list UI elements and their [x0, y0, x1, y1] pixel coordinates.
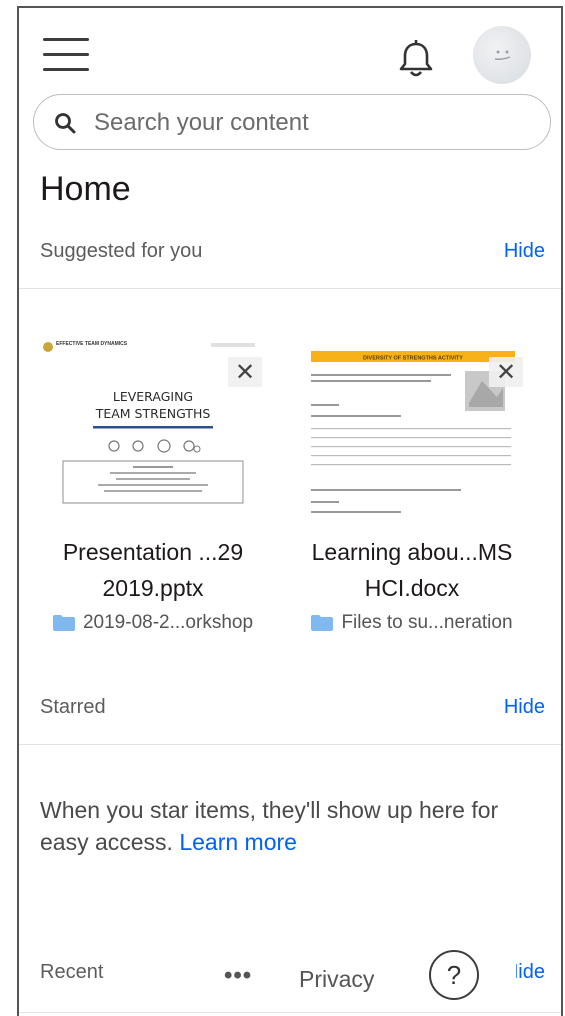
close-icon: ✕	[234, 358, 256, 386]
search-bar[interactable]	[33, 94, 551, 150]
folder-name: Files to su...neration	[341, 612, 513, 633]
more-options-button[interactable]: •••	[224, 962, 252, 990]
file-name: Presentation ...29 2019.pptx	[32, 534, 274, 606]
starred-empty-message: When you star items, they'll show up her…	[40, 794, 550, 858]
bell-icon	[399, 40, 433, 77]
menu-line	[43, 38, 89, 41]
close-icon: ✕	[495, 358, 517, 386]
avatar-face-icon	[494, 50, 511, 60]
thumb-logo-text: EFFECTIVE TEAM DYNAMICS	[56, 341, 128, 347]
file-thumbnail: EFFECTIVE TEAM DYNAMICS LEVERAGING TEAM …	[38, 333, 268, 518]
thumb-title-line1: LEVERAGING	[113, 389, 193, 404]
thumb-title-line2: TEAM STRENGTHS	[95, 406, 211, 421]
file-folder: 2019-08-2...orkshop	[32, 612, 274, 634]
file-name-line2: 2019.pptx	[102, 575, 204, 601]
divider	[19, 744, 561, 745]
suggested-section-label: Suggested for you	[40, 240, 203, 262]
folder-name: 2019-08-2...orkshop	[82, 612, 254, 633]
help-button[interactable]: ?	[429, 950, 479, 1000]
starred-section-label: Starred	[40, 696, 106, 718]
app-frame: Home Suggested for you Hide EFFECTIVE TE…	[17, 6, 563, 1016]
suggested-card-document[interactable]: DIVERSITY OF STRENGTHS ACTIVITY ✕ Learni…	[291, 333, 533, 634]
file-name: Learning abou...MS HCI.docx	[291, 534, 533, 606]
thumb-header-text: DIVERSITY OF STRENGTHS ACTIVITY	[363, 356, 463, 362]
suggested-card-presentation[interactable]: EFFECTIVE TEAM DYNAMICS LEVERAGING TEAM …	[32, 333, 274, 634]
avatar[interactable]	[473, 26, 531, 84]
menu-line	[43, 53, 89, 56]
search-icon	[55, 113, 76, 134]
hide-suggested-button[interactable]: Hide	[504, 240, 545, 263]
file-name-line1: Presentation ...29	[62, 539, 244, 565]
page-title: Home	[40, 170, 131, 208]
recent-section-label: Recent	[40, 961, 104, 983]
top-bar	[19, 8, 561, 98]
file-folder: Files to su...neration	[291, 612, 533, 634]
dismiss-suggestion-button[interactable]: ✕	[489, 357, 523, 387]
notifications-bell-icon[interactable]	[396, 38, 436, 80]
folder-icon	[311, 615, 334, 631]
learn-more-link[interactable]: Learn more	[179, 829, 297, 855]
hide-starred-button[interactable]: Hide	[504, 696, 545, 719]
file-name-line1: Learning abou...MS	[311, 539, 513, 565]
help-question-icon: ?	[446, 959, 462, 990]
file-thumbnail: DIVERSITY OF STRENGTHS ACTIVITY ✕	[297, 333, 527, 518]
hamburger-menu-button[interactable]	[43, 38, 91, 74]
file-name-line2: HCI.docx	[364, 575, 460, 601]
privacy-link[interactable]: Privacy	[299, 966, 374, 993]
search-input[interactable]	[92, 105, 536, 141]
divider	[19, 288, 561, 289]
dismiss-suggestion-button[interactable]: ✕	[228, 357, 262, 387]
menu-line	[43, 68, 89, 71]
divider	[19, 1012, 561, 1013]
folder-icon	[52, 615, 75, 631]
